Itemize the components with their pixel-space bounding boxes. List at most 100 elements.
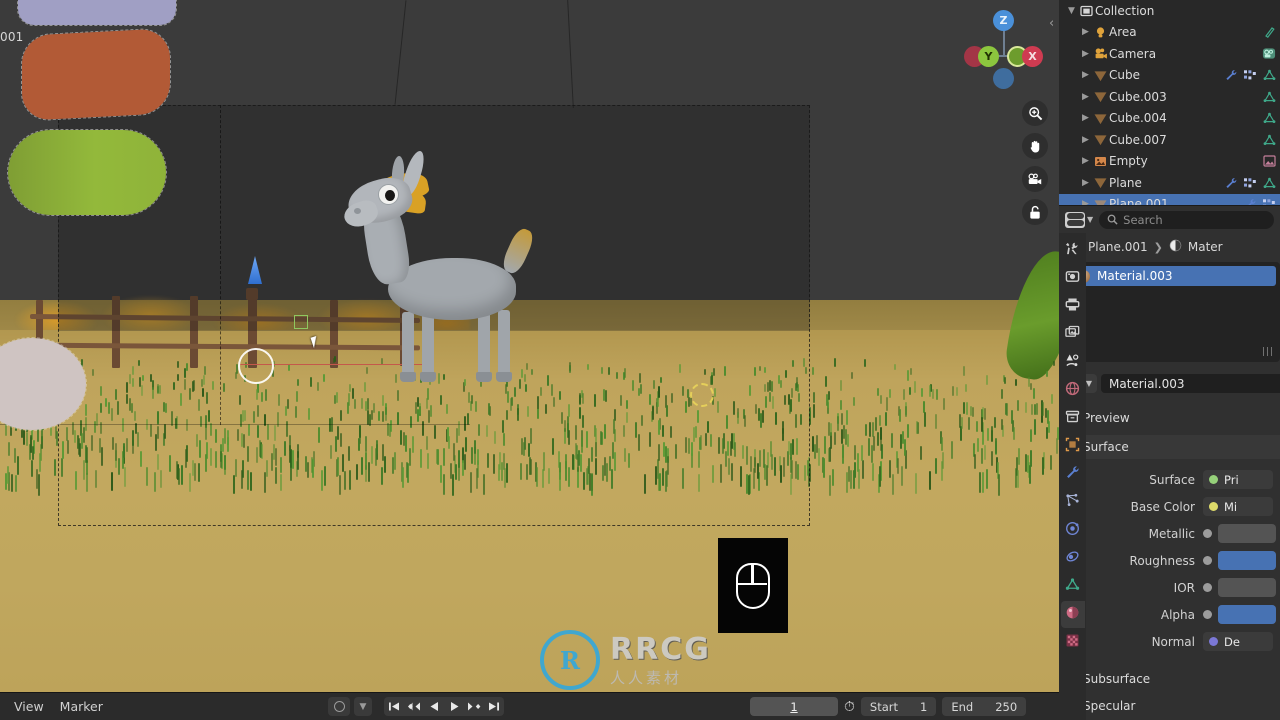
- empty-object-marker[interactable]: [294, 315, 308, 329]
- breadcrumb-object-label[interactable]: Plane.001: [1088, 240, 1148, 254]
- outliner-row[interactable]: ▶ Empty: [1059, 151, 1280, 173]
- chevron-right-icon[interactable]: ▶: [1079, 156, 1092, 166]
- properties-tab-render[interactable]: [1061, 265, 1085, 292]
- donkey-character[interactable]: [330, 140, 560, 430]
- material-slot-item[interactable]: Material.003: [1071, 266, 1276, 286]
- properties-tab-view-layer[interactable]: [1061, 321, 1085, 348]
- outliner-row[interactable]: ▶ Cube.007: [1059, 129, 1280, 151]
- current-frame-input[interactable]: 1: [750, 697, 838, 716]
- lock-icon[interactable]: [1022, 199, 1048, 225]
- 3d-viewport[interactable]: .001 Y X Z ‹: [0, 0, 1059, 692]
- chevron-right-icon[interactable]: ▶: [1079, 92, 1092, 102]
- outliner-row[interactable]: ▶ Cube.003: [1059, 86, 1280, 108]
- properties-tab-material[interactable]: [1060, 601, 1085, 628]
- next-keyframe-button[interactable]: [464, 697, 484, 716]
- gizmo-axis-x[interactable]: X: [1022, 46, 1043, 67]
- search-input[interactable]: Search: [1099, 210, 1274, 229]
- mesh-data-icon[interactable]: [1262, 69, 1276, 82]
- outliner-row[interactable]: ▶ Cube.004: [1059, 108, 1280, 130]
- properties-tab-strip[interactable]: [1059, 233, 1086, 720]
- property-slider[interactable]: [1218, 578, 1276, 597]
- material-name-input[interactable]: Material.003: [1101, 374, 1280, 393]
- particles-icon[interactable]: [1243, 69, 1257, 82]
- chevron-right-icon[interactable]: ▶: [1079, 70, 1092, 80]
- gizmo-axis-y[interactable]: Y: [978, 46, 999, 67]
- properties-tab-object[interactable]: [1061, 433, 1085, 460]
- filter-toggle-icon[interactable]: ▼: [1065, 211, 1093, 228]
- camera-data-icon[interactable]: [1262, 47, 1276, 60]
- mesh-data-icon[interactable]: [1262, 90, 1276, 103]
- menu-view[interactable]: View: [14, 699, 44, 714]
- property-slider[interactable]: [1218, 605, 1276, 624]
- mesh-data-icon[interactable]: [1262, 176, 1276, 189]
- outliner-row[interactable]: ▶ Plane.001: [1059, 193, 1280, 205]
- pan-hand-icon[interactable]: [1022, 133, 1048, 159]
- chevron-down-icon[interactable]: ▼: [1065, 6, 1078, 16]
- property-slider-group[interactable]: [1203, 578, 1276, 597]
- timeline-editor[interactable]: View Marker ▼ 1 ⏱ Start 1 End 250: [0, 692, 1059, 720]
- chevron-right-icon[interactable]: ▶: [1079, 49, 1092, 59]
- properties-tab-physics[interactable]: [1061, 517, 1085, 544]
- chevron-right-icon[interactable]: ▶: [1079, 178, 1092, 188]
- viewport-collapse-arrow[interactable]: ‹: [1049, 16, 1054, 31]
- particles-icon[interactable]: [1243, 176, 1257, 189]
- camera-view-icon[interactable]: [1022, 166, 1048, 192]
- navigation-gizmo[interactable]: Y X Z: [960, 6, 1050, 96]
- property-slider[interactable]: [1218, 524, 1276, 543]
- outliner-row[interactable]: ▶ Cube: [1059, 65, 1280, 87]
- modifier-icon[interactable]: [1224, 69, 1238, 82]
- properties-tab-collection[interactable]: [1061, 405, 1085, 432]
- stopwatch-icon[interactable]: ⏱: [844, 699, 855, 715]
- frame-end-field[interactable]: End 250: [942, 697, 1027, 716]
- resize-grip-icon[interactable]: |||: [1262, 347, 1274, 357]
- play-reverse-button[interactable]: [424, 697, 444, 716]
- properties-tab-constraints[interactable]: [1061, 545, 1085, 572]
- chevron-right-icon[interactable]: ▶: [1079, 135, 1092, 145]
- frame-start-field[interactable]: Start 1: [860, 697, 937, 716]
- outliner-editor[interactable]: ▼ Collection ▶ Area ▶ Camera ▶ Cube ▶ Cube.003 ▶…: [1059, 0, 1280, 205]
- outliner-row[interactable]: ▶ Plane: [1059, 172, 1280, 194]
- mesh-data-icon[interactable]: [1262, 112, 1276, 125]
- gizmo-axis-z[interactable]: Z: [993, 10, 1014, 31]
- panel-preview[interactable]: ▶ Preview: [1059, 406, 1280, 430]
- material-slot-list[interactable]: Material.003 ▶ |||: [1067, 262, 1280, 362]
- panel-specular[interactable]: ▶ Specular: [1059, 694, 1280, 718]
- menu-marker[interactable]: Marker: [60, 699, 103, 714]
- modifier-icon[interactable]: [1243, 198, 1257, 205]
- property-link-field[interactable]: De: [1203, 632, 1273, 651]
- property-link-field[interactable]: Mi: [1203, 497, 1273, 516]
- jump-to-end-button[interactable]: [484, 697, 504, 716]
- properties-tab-particles[interactable]: [1061, 489, 1085, 516]
- zoom-icon[interactable]: [1022, 100, 1048, 126]
- properties-tab-scene[interactable]: [1061, 349, 1085, 376]
- chevron-right-icon[interactable]: ▶: [1079, 27, 1092, 37]
- property-slider-group[interactable]: [1203, 524, 1276, 543]
- panel-subsurface[interactable]: ▶ Subsurface: [1059, 667, 1280, 691]
- breadcrumb-material-label[interactable]: Mater: [1188, 240, 1223, 254]
- jump-to-start-button[interactable]: [384, 697, 404, 716]
- image-data-icon[interactable]: [1262, 155, 1276, 168]
- auto-keying-button[interactable]: [328, 697, 350, 716]
- property-slider-group[interactable]: [1203, 551, 1276, 570]
- property-link-field[interactable]: Pri: [1203, 470, 1273, 489]
- gizmo-axis-neg-z[interactable]: [993, 68, 1014, 89]
- properties-tab-world[interactable]: [1061, 377, 1085, 404]
- property-slider-group[interactable]: [1203, 605, 1276, 624]
- mesh-data-icon[interactable]: [1262, 133, 1276, 146]
- play-button[interactable]: [444, 697, 464, 716]
- property-slider[interactable]: [1218, 551, 1276, 570]
- properties-tab-modifiers[interactable]: [1061, 461, 1085, 488]
- outliner-row-collection[interactable]: ▼ Collection: [1059, 0, 1280, 22]
- particles-icon[interactable]: [1262, 198, 1276, 205]
- properties-tab-output[interactable]: [1061, 293, 1085, 320]
- chevron-right-icon[interactable]: ▶: [1079, 113, 1092, 123]
- outliner-row[interactable]: ▶ Area: [1059, 22, 1280, 44]
- light-data-icon[interactable]: [1262, 26, 1276, 39]
- modifier-icon[interactable]: [1224, 176, 1238, 189]
- keying-dropdown-icon[interactable]: ▼: [354, 697, 372, 716]
- prev-keyframe-button[interactable]: [404, 697, 424, 716]
- panel-surface[interactable]: ▼ Surface: [1059, 435, 1280, 459]
- properties-tab-texture[interactable]: [1061, 629, 1085, 656]
- properties-tab-object-data[interactable]: [1061, 573, 1085, 600]
- outliner-row[interactable]: ▶ Camera: [1059, 43, 1280, 65]
